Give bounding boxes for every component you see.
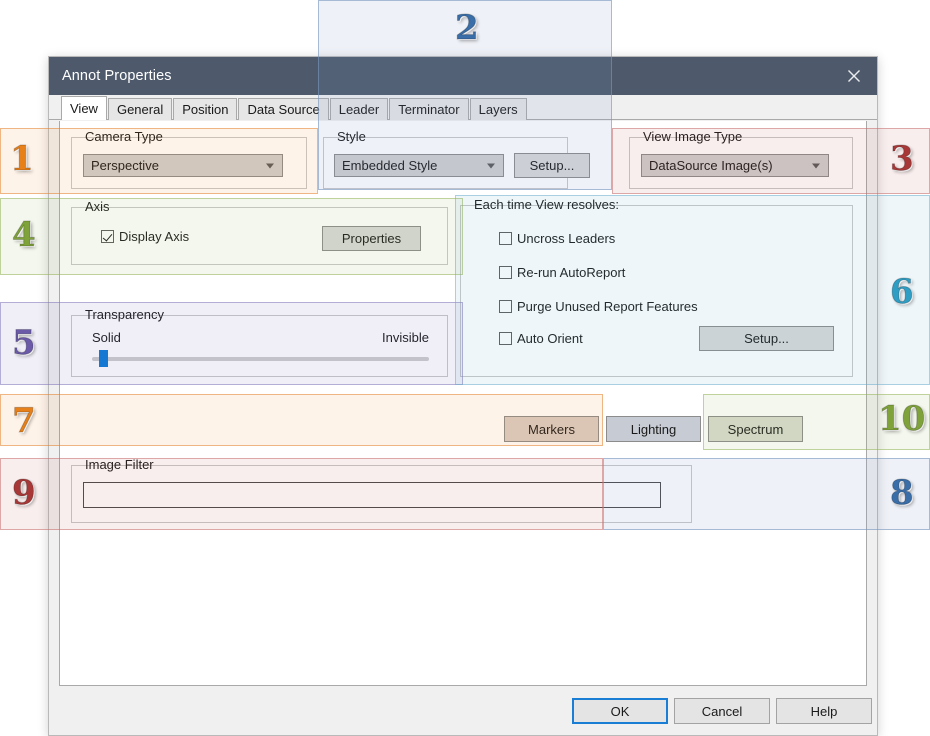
style-setup-button[interactable]: Setup...	[514, 153, 590, 178]
style-value: Embedded Style	[342, 158, 437, 173]
tab-label: View	[70, 102, 98, 115]
purge-unused-report-features-label: Purge Unused Report Features	[517, 300, 698, 313]
axis-group: Axis Display Axis Properties	[71, 207, 448, 265]
transparency-solid-label: Solid	[92, 330, 121, 345]
annotation-number-8: 8	[890, 476, 914, 510]
tab-label: Leader	[339, 103, 379, 116]
chevron-down-icon	[266, 163, 274, 168]
view-tab-page: Camera Type Perspective Style Embedded S…	[59, 121, 867, 686]
transparency-legend: Transparency	[81, 308, 168, 321]
tab-strip: View General Position Data Source Leader…	[49, 95, 877, 120]
auto-orient-label: Auto Orient	[517, 332, 583, 345]
style-legend: Style	[333, 130, 370, 143]
cancel-button[interactable]: Cancel	[674, 698, 770, 724]
tab-leader[interactable]: Leader	[330, 98, 388, 120]
checkbox-icon	[499, 266, 512, 279]
markers-button[interactable]: Markers	[504, 416, 599, 442]
view-resolves-group: Each time View resolves: Uncross Leaders…	[460, 205, 853, 377]
markers-label: Markers	[528, 422, 575, 437]
checkbox-icon	[499, 300, 512, 313]
screenshot-root: Annot Properties View General Position D…	[0, 0, 930, 736]
transparency-group: Transparency Solid Invisible	[71, 315, 448, 377]
view-image-type-select[interactable]: DataSource Image(s)	[641, 154, 829, 177]
help-label: Help	[811, 704, 838, 719]
image-filter-legend: Image Filter	[81, 458, 158, 471]
tab-label: Position	[182, 103, 228, 116]
tab-general[interactable]: General	[108, 98, 172, 120]
rerun-autoreport-label: Re-run AutoReport	[517, 266, 625, 279]
annotation-number-6: 6	[890, 275, 914, 309]
annot-properties-dialog: Annot Properties View General Position D…	[48, 56, 878, 736]
view-image-type-group: View Image Type DataSource Image(s)	[629, 137, 853, 189]
transparency-slider[interactable]	[92, 357, 429, 361]
resolves-setup-button[interactable]: Setup...	[699, 326, 834, 351]
chevron-down-icon	[812, 163, 820, 168]
transparency-slider-thumb[interactable]	[99, 350, 108, 367]
lighting-button[interactable]: Lighting	[606, 416, 701, 442]
annotation-number-5: 5	[12, 326, 36, 360]
uncross-leaders-label: Uncross Leaders	[517, 232, 615, 245]
purge-unused-report-features-checkbox[interactable]: Purge Unused Report Features	[499, 300, 698, 313]
tab-view[interactable]: View	[61, 96, 107, 120]
tab-layers[interactable]: Layers	[470, 98, 527, 120]
close-icon[interactable]	[831, 57, 877, 95]
annotation-number-9: 9	[12, 476, 36, 510]
camera-type-select[interactable]: Perspective	[83, 154, 283, 177]
tab-position[interactable]: Position	[173, 98, 237, 120]
view-image-type-legend: View Image Type	[639, 130, 746, 143]
chevron-down-icon	[487, 163, 495, 168]
tab-label: Data Source	[247, 103, 319, 116]
style-group: Style Embedded Style Setup...	[323, 137, 568, 189]
help-button[interactable]: Help	[776, 698, 872, 724]
auto-orient-checkbox[interactable]: Auto Orient	[499, 332, 583, 345]
dialog-titlebar: Annot Properties	[49, 57, 877, 95]
annotation-number-1: 1	[10, 142, 34, 176]
ok-label: OK	[611, 704, 630, 719]
tab-label: Layers	[479, 103, 518, 116]
spectrum-button[interactable]: Spectrum	[708, 416, 803, 442]
camera-type-value: Perspective	[91, 158, 159, 173]
cancel-label: Cancel	[702, 704, 742, 719]
tab-terminator[interactable]: Terminator	[389, 98, 468, 120]
checkbox-icon	[101, 230, 114, 243]
annotation-number-10: 10	[878, 402, 925, 436]
lighting-label: Lighting	[631, 422, 677, 437]
annotation-number-3: 3	[890, 142, 914, 176]
uncross-leaders-checkbox[interactable]: Uncross Leaders	[499, 232, 615, 245]
rerun-autoreport-checkbox[interactable]: Re-run AutoReport	[499, 266, 625, 279]
axis-properties-label: Properties	[342, 231, 401, 246]
annotation-number-7: 7	[12, 404, 36, 438]
checkbox-icon	[499, 232, 512, 245]
annotation-number-4: 4	[12, 218, 36, 252]
display-axis-label: Display Axis	[119, 230, 189, 243]
axis-legend: Axis	[81, 200, 114, 213]
dialog-title: Annot Properties	[62, 68, 172, 84]
display-axis-checkbox[interactable]: Display Axis	[101, 230, 189, 243]
camera-type-legend: Camera Type	[81, 130, 167, 143]
image-filter-value	[84, 483, 660, 491]
image-filter-input[interactable]	[83, 482, 661, 508]
transparency-invisible-label: Invisible	[382, 330, 429, 345]
view-resolves-legend: Each time View resolves:	[470, 198, 623, 211]
spectrum-label: Spectrum	[728, 422, 784, 437]
tab-label: General	[117, 103, 163, 116]
checkbox-icon	[499, 332, 512, 345]
style-select[interactable]: Embedded Style	[334, 154, 504, 177]
tab-label: Terminator	[398, 103, 459, 116]
view-image-type-value: DataSource Image(s)	[649, 158, 773, 173]
camera-type-group: Camera Type Perspective	[71, 137, 307, 189]
resolves-setup-label: Setup...	[744, 331, 789, 346]
ok-button[interactable]: OK	[572, 698, 668, 724]
style-setup-label: Setup...	[530, 158, 575, 173]
image-filter-group: Image Filter	[71, 465, 692, 523]
annotation-number-2: 2	[455, 11, 479, 45]
tab-data-source[interactable]: Data Source	[238, 98, 328, 120]
axis-properties-button[interactable]: Properties	[322, 226, 421, 251]
